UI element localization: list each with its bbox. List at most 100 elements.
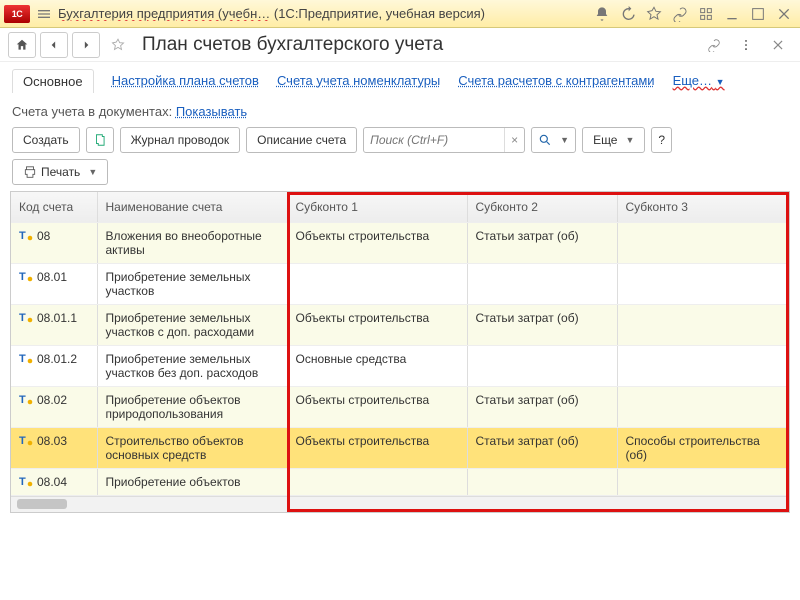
cell-sub3	[617, 304, 789, 345]
account-type-icon: T	[19, 434, 33, 446]
description-button[interactable]: Описание счета	[246, 127, 357, 153]
cell-sub1: Объекты строительства	[287, 427, 467, 468]
cell-sub3	[617, 222, 789, 263]
table-row[interactable]: T 08.01.2 Приобретение земельных участков …	[11, 345, 789, 386]
maximize-icon[interactable]	[750, 6, 766, 22]
grid-icon[interactable]	[698, 6, 714, 22]
cell-sub1: Объекты строительства	[287, 304, 467, 345]
cell-code: 08.01.2	[37, 352, 77, 366]
bell-icon[interactable]	[594, 6, 610, 22]
cell-sub1	[287, 263, 467, 304]
cell-sub2: Статьи затрат (об)	[467, 427, 617, 468]
filter-show-link[interactable]: Показывать	[176, 104, 247, 119]
cell-sub3: Способы строительства (об)	[617, 427, 789, 468]
col-sub2[interactable]: Субконто 2	[467, 192, 617, 222]
table-row[interactable]: T08.01Приобретение земельных участков	[11, 263, 789, 304]
table-row[interactable]: T08.01.1Приобретение земельных участков …	[11, 304, 789, 345]
cell-code: 08.03	[37, 434, 67, 448]
table-header-row: Код счета Наименование счета Субконто 1 …	[11, 192, 789, 222]
find-button[interactable]: ▼	[531, 127, 576, 153]
accounts-table: Код счета Наименование счета Субконто 1 …	[10, 191, 790, 513]
account-type-icon: T	[19, 311, 33, 323]
menu-icon[interactable]	[36, 6, 52, 22]
account-type-icon: T	[19, 352, 33, 364]
close-tab-button[interactable]	[764, 32, 792, 58]
more-button[interactable]: Еще▼	[582, 127, 645, 153]
kebab-button[interactable]	[732, 32, 760, 58]
col-sub3[interactable]: Субконто 3	[617, 192, 789, 222]
attach-button[interactable]	[700, 32, 728, 58]
svg-text:T: T	[19, 230, 26, 241]
cell-name: Приобретение земельных участков без доп.…	[97, 345, 287, 386]
table-row[interactable]: T 08 Вложения во внеоборотные активыОбъект…	[11, 222, 789, 263]
link-icon[interactable]	[672, 6, 688, 22]
help-button[interactable]: ?	[651, 127, 672, 153]
filter-row: Счета учета в документах: Показывать	[0, 96, 800, 123]
app-logo: 1C	[4, 5, 30, 23]
cell-name: Приобретение земельных участков с доп. р…	[97, 304, 287, 345]
nav-bar: План счетов бухгалтерского учета	[0, 28, 800, 62]
svg-text:T: T	[19, 271, 26, 282]
history-icon[interactable]	[620, 6, 636, 22]
page-title: План счетов бухгалтерского учета	[142, 34, 443, 56]
cell-sub2: Статьи затрат (об)	[467, 222, 617, 263]
journal-button[interactable]: Журнал проводок	[120, 127, 241, 153]
cell-sub3	[617, 468, 789, 495]
cell-name: Приобретение объектов природопользования	[97, 386, 287, 427]
cell-sub1: Основные средства	[287, 345, 467, 386]
cell-sub3	[617, 263, 789, 304]
tab-nomenclature[interactable]: Счета учета номенклатуры	[277, 73, 440, 88]
print-button[interactable]: Печать▼	[12, 159, 108, 185]
star-icon[interactable]	[646, 6, 662, 22]
tab-row: Основное Настройка плана счетов Счета уч…	[0, 62, 800, 96]
cell-sub2: Статьи затрат (об)	[467, 304, 617, 345]
favorite-button[interactable]	[104, 32, 132, 58]
tab-more[interactable]: Еще… ▼	[673, 73, 725, 88]
table-row[interactable]: T08.04Приобретение объектов	[11, 468, 789, 495]
table-row[interactable]: T 08.03 Строительство объектов основных ср…	[11, 427, 789, 468]
svg-text:T: T	[19, 476, 26, 487]
cell-sub2	[467, 263, 617, 304]
table-row[interactable]: T 08.02 Приобретение объектов природопольз…	[11, 386, 789, 427]
home-button[interactable]	[8, 32, 36, 58]
cell-sub2	[467, 345, 617, 386]
titlebar: 1C Бухгалтерия предприятия (учебн… (1С:П…	[0, 0, 800, 28]
back-button[interactable]	[40, 32, 68, 58]
cell-sub1	[287, 468, 467, 495]
cell-sub1: Объекты строительства	[287, 386, 467, 427]
cell-name: Приобретение земельных участков	[97, 263, 287, 304]
search-box[interactable]: ×	[363, 127, 525, 153]
col-name[interactable]: Наименование счета	[97, 192, 287, 222]
tab-plan-settings[interactable]: Настройка плана счетов	[112, 73, 259, 88]
col-code[interactable]: Код счета	[11, 192, 97, 222]
horizontal-scrollbar[interactable]	[11, 496, 789, 512]
filter-label: Счета учета в документах:	[12, 104, 172, 119]
toolbar: Создать Журнал проводок Описание счета ×…	[0, 123, 800, 157]
create-button[interactable]: Создать	[12, 127, 80, 153]
copy-button[interactable]	[86, 127, 114, 153]
cell-name: Приобретение объектов	[97, 468, 287, 495]
cell-sub3	[617, 345, 789, 386]
account-type-icon: T	[19, 270, 33, 282]
search-input[interactable]	[364, 133, 504, 147]
cell-sub2	[467, 468, 617, 495]
close-icon[interactable]	[776, 6, 792, 22]
svg-text:T: T	[19, 394, 26, 405]
svg-text:T: T	[19, 353, 26, 364]
tab-main[interactable]: Основное	[12, 69, 94, 93]
cell-sub1: Объекты строительства	[287, 222, 467, 263]
account-type-icon: T	[19, 393, 33, 405]
window-title: Бухгалтерия предприятия (учебн… (1С:Пред…	[58, 6, 485, 21]
svg-text:T: T	[19, 312, 26, 323]
tab-counterparties[interactable]: Счета расчетов с контрагентами	[458, 73, 654, 88]
cell-code: 08	[37, 229, 50, 243]
cell-name: Строительство объектов основных средств	[97, 427, 287, 468]
account-type-icon: T	[19, 475, 33, 487]
forward-button[interactable]	[72, 32, 100, 58]
minimize-icon[interactable]	[724, 6, 740, 22]
cell-name: Вложения во внеоборотные активы	[97, 222, 287, 263]
search-clear-icon[interactable]: ×	[504, 128, 524, 152]
col-sub1[interactable]: Субконто 1	[287, 192, 467, 222]
cell-code: 08.02	[37, 393, 67, 407]
print-row: Печать▼	[0, 157, 800, 191]
